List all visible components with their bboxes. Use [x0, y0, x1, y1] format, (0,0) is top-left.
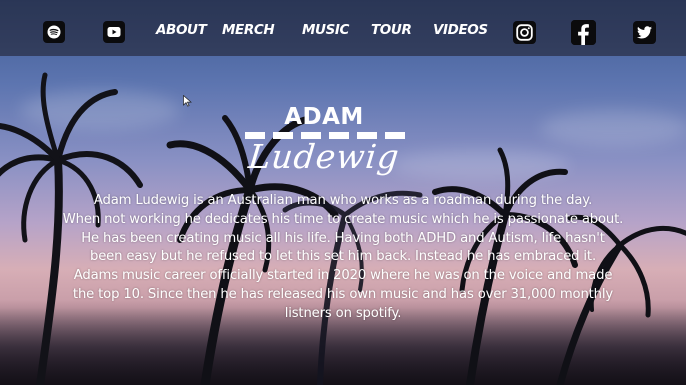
bio-line: listners on spotify.: [284, 305, 402, 321]
bio-line: Adam Ludewig is an Australian man who wo…: [93, 193, 593, 208]
bio-line: When not working he dedicates his time t…: [62, 211, 624, 227]
nav-link-merch[interactable]: MERCH: [222, 22, 275, 38]
artist-last-name: Ludewig: [246, 137, 402, 176]
bio-line: He has been creating music all his life.…: [81, 230, 605, 246]
spotify-icon[interactable]: [43, 21, 65, 43]
twitter-icon[interactable]: [633, 21, 656, 44]
nav-link-tour[interactable]: TOUR: [371, 22, 412, 38]
bio-line: been easy but he refused to let this set…: [89, 249, 596, 265]
bio-line: the top 10. Since then he has released h…: [72, 286, 614, 302]
nav-link-music[interactable]: MUSIC: [302, 22, 349, 38]
nav-link-videos[interactable]: VIDEOS: [433, 22, 488, 38]
youtube-icon[interactable]: [103, 21, 125, 43]
mouse-pointer-icon: [183, 95, 192, 107]
bio-line: Adams music career officially started in…: [73, 268, 613, 284]
page: ABOUT MERCH MUSIC TOUR VIDEOS ADAM Ludew…: [0, 0, 686, 385]
instagram-icon[interactable]: [513, 21, 536, 44]
nav-link-about[interactable]: ABOUT: [156, 22, 207, 38]
artist-bio: Adam Ludewig is an Australian man who wo…: [16, 192, 670, 324]
top-navigation-bar: ABOUT MERCH MUSIC TOUR VIDEOS: [0, 0, 686, 56]
facebook-icon[interactable]: [571, 20, 596, 45]
artist-first-name: ADAM: [284, 104, 364, 130]
